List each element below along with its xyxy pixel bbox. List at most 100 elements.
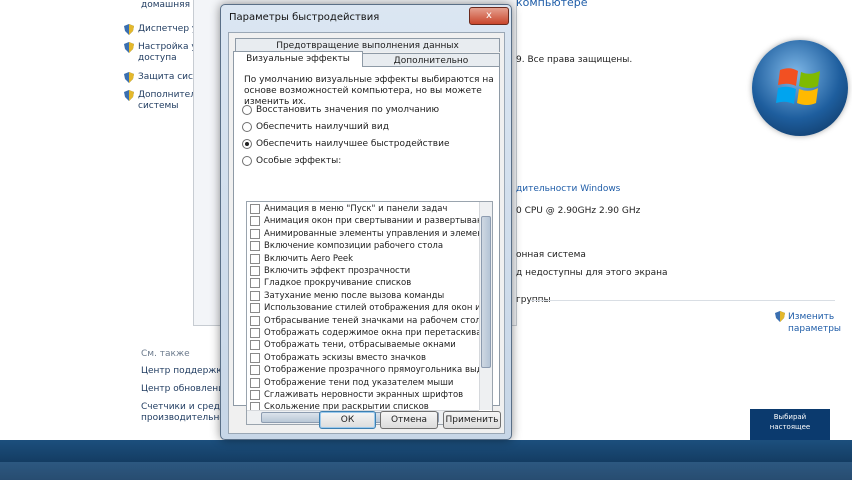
checkbox[interactable]	[250, 241, 260, 252]
windows-logo	[752, 40, 848, 136]
radio-button[interactable]	[242, 156, 252, 166]
dialog-body: Предотвращение выполнения данных Визуаль…	[228, 32, 505, 434]
radio-label: Обеспечить наилучшее быстродействие	[256, 139, 450, 149]
effect-label: Отбрасывание теней значками на рабочем с…	[264, 315, 486, 326]
windows-flag-icon	[776, 68, 820, 105]
effect-label: Анимированные элементы управления и элем…	[264, 228, 493, 239]
effect-label: Затухание меню после вызова команды	[264, 290, 445, 301]
effect-label: Включить эффект прозрачности	[264, 266, 411, 276]
shield-icon	[124, 72, 134, 83]
pen-touch-value: д недоступны для этого экрана	[516, 268, 668, 278]
effect-label: Анимация в меню "Пуск" и панели задач	[264, 204, 448, 214]
copyright-text: 9. Все права защищены.	[516, 55, 633, 65]
ok-button[interactable]: ОК	[319, 411, 376, 429]
change-settings-link[interactable]: Изменить параметры	[775, 311, 841, 335]
sidebar-item-system-protection[interactable]: Защита систе	[124, 72, 204, 83]
radio-restore-defaults[interactable]: Восстановить значения по умолчанию	[242, 105, 439, 115]
see-also-heading: См. также	[141, 349, 190, 359]
shield-icon	[124, 24, 134, 35]
checkbox[interactable]	[250, 204, 260, 214]
tab-advanced[interactable]: Дополнительно	[362, 53, 500, 67]
genuine-badge: Выбирай настоящее	[750, 409, 830, 442]
effect-label: Отображать тени, отбрасываемые окнами	[264, 340, 456, 351]
checkbox[interactable]	[250, 266, 260, 276]
visual-effects-panel: По умолчанию визуальные эффекты выбирают…	[233, 66, 500, 425]
checkbox[interactable]	[250, 315, 260, 326]
link-action-center[interactable]: Центр поддержки	[141, 366, 228, 377]
checkbox[interactable]	[250, 228, 260, 239]
radio-best-appearance[interactable]: Обеспечить наилучший вид	[242, 122, 389, 132]
tab-visual-effects[interactable]: Визуальные эффекты	[233, 51, 363, 67]
effect-checkbox-item[interactable]: Сглаживать неровности экранных шрифтов	[250, 390, 463, 400]
os-type-value: онная система	[516, 250, 586, 260]
effect-label: Анимация окон при свертывании и разверты…	[264, 216, 493, 227]
apply-button[interactable]: Применить	[443, 411, 501, 429]
cancel-button[interactable]: Отмена	[380, 411, 438, 429]
close-icon: x	[486, 10, 492, 21]
checkbox[interactable]	[250, 390, 260, 400]
sidebar-item-label: Дополнител системы	[138, 90, 196, 111]
effect-label: Отображать эскизы вместо значков	[264, 352, 426, 363]
checkbox[interactable]	[250, 253, 260, 264]
checkbox[interactable]	[250, 303, 260, 314]
effect-checkbox-item[interactable]: Анимированные элементы управления и элем…	[250, 228, 493, 239]
effect-checkbox-item[interactable]: Анимация окон при свертывании и разверты…	[250, 216, 493, 227]
checkbox[interactable]	[250, 340, 260, 351]
radio-button-selected[interactable]	[242, 139, 252, 149]
link-performance-tools[interactable]: Счетчики и средст производительнос	[141, 402, 230, 424]
effect-checkbox-item[interactable]: Отображение прозрачного прямоугольника в…	[250, 365, 493, 376]
effect-label: Отображение прозрачного прямоугольника в…	[264, 365, 493, 376]
effect-label: Использование стилей отображения для око…	[264, 303, 493, 314]
shield-icon	[124, 42, 134, 53]
effect-label: Гладкое прокручивание списков	[264, 278, 412, 289]
effects-list: Анимация в меню "Пуск" и панели задач Ани…	[246, 201, 493, 425]
effect-label: Включить Aero Peek	[264, 253, 354, 264]
effect-checkbox-item[interactable]: Использование стилей отображения для око…	[250, 303, 493, 314]
effect-checkbox-item[interactable]: Включить Aero Peek	[250, 253, 354, 264]
sidebar-item-device-manager[interactable]: Диспетчер у	[124, 24, 197, 35]
system-top-link[interactable]: компьютере	[516, 0, 588, 9]
checkbox[interactable]	[250, 377, 260, 388]
description-text: По умолчанию визуальные эффекты выбирают…	[244, 75, 494, 107]
radio-label: Восстановить значения по умолчанию	[256, 105, 440, 115]
link-windows-update[interactable]: Центр обновления	[141, 384, 229, 395]
taskbar-glow	[0, 462, 852, 480]
tab-data-execution-prevention[interactable]: Предотвращение выполнения данных	[235, 38, 500, 52]
effect-checkbox-item[interactable]: Включить эффект прозрачности	[250, 266, 410, 276]
effect-checkbox-item[interactable]: Отбрасывание теней значками на рабочем с…	[250, 315, 486, 326]
checkbox[interactable]	[250, 216, 260, 227]
checkbox[interactable]	[250, 290, 260, 301]
shield-icon	[124, 90, 134, 101]
radio-label: Обеспечить наилучший вид	[256, 122, 389, 132]
vertical-scroll-thumb[interactable]	[481, 216, 491, 368]
shield-icon	[775, 311, 785, 322]
sidebar-item-label: Диспетчер у	[138, 24, 198, 34]
effect-checkbox-item[interactable]: Включение композиции рабочего стола	[250, 241, 443, 252]
effect-checkbox-item[interactable]: Затухание меню после вызова команды	[250, 290, 445, 301]
effect-checkbox-item[interactable]: Гладкое прокручивание списков	[250, 278, 412, 289]
divider	[530, 300, 835, 301]
radio-custom[interactable]: Особые эффекты:	[242, 156, 341, 166]
cpu-value: 0 CPU @ 2.90GHz 2.90 GHz	[516, 206, 641, 216]
performance-index-link[interactable]: дительности Windows	[516, 184, 620, 194]
effect-label: Отображение тени под указателем мыши	[264, 377, 454, 388]
effect-checkbox-item[interactable]: Отображать тени, отбрасываемые окнами	[250, 340, 456, 351]
checkbox[interactable]	[250, 328, 260, 338]
performance-options-dialog: Параметры быстродействия x Предотвращени…	[220, 4, 512, 440]
sidebar-item-remote-access[interactable]: Настройка у доступа	[124, 42, 197, 64]
radio-label: Особые эффекты:	[256, 156, 342, 166]
effect-label: Сглаживать неровности экранных шрифтов	[264, 390, 464, 400]
dialog-title: Параметры быстродействия	[229, 12, 380, 23]
radio-best-performance[interactable]: Обеспечить наилучшее быстродействие	[242, 139, 450, 149]
checkbox[interactable]	[250, 365, 260, 376]
checkbox[interactable]	[250, 352, 260, 363]
effect-checkbox-item[interactable]: Отображать эскизы вместо значков	[250, 352, 426, 363]
close-button[interactable]: x	[469, 7, 509, 25]
radio-button[interactable]	[242, 105, 252, 115]
effect-checkbox-item[interactable]: Анимация в меню "Пуск" и панели задач	[250, 204, 447, 214]
effect-checkbox-item[interactable]: Отображение тени под указателем мыши	[250, 377, 454, 388]
effect-checkbox-item[interactable]: Отображать содержимое окна при перетаски…	[250, 328, 492, 338]
radio-button[interactable]	[242, 122, 252, 132]
sidebar-item-advanced[interactable]: Дополнител системы	[124, 90, 196, 112]
checkbox[interactable]	[250, 278, 260, 289]
